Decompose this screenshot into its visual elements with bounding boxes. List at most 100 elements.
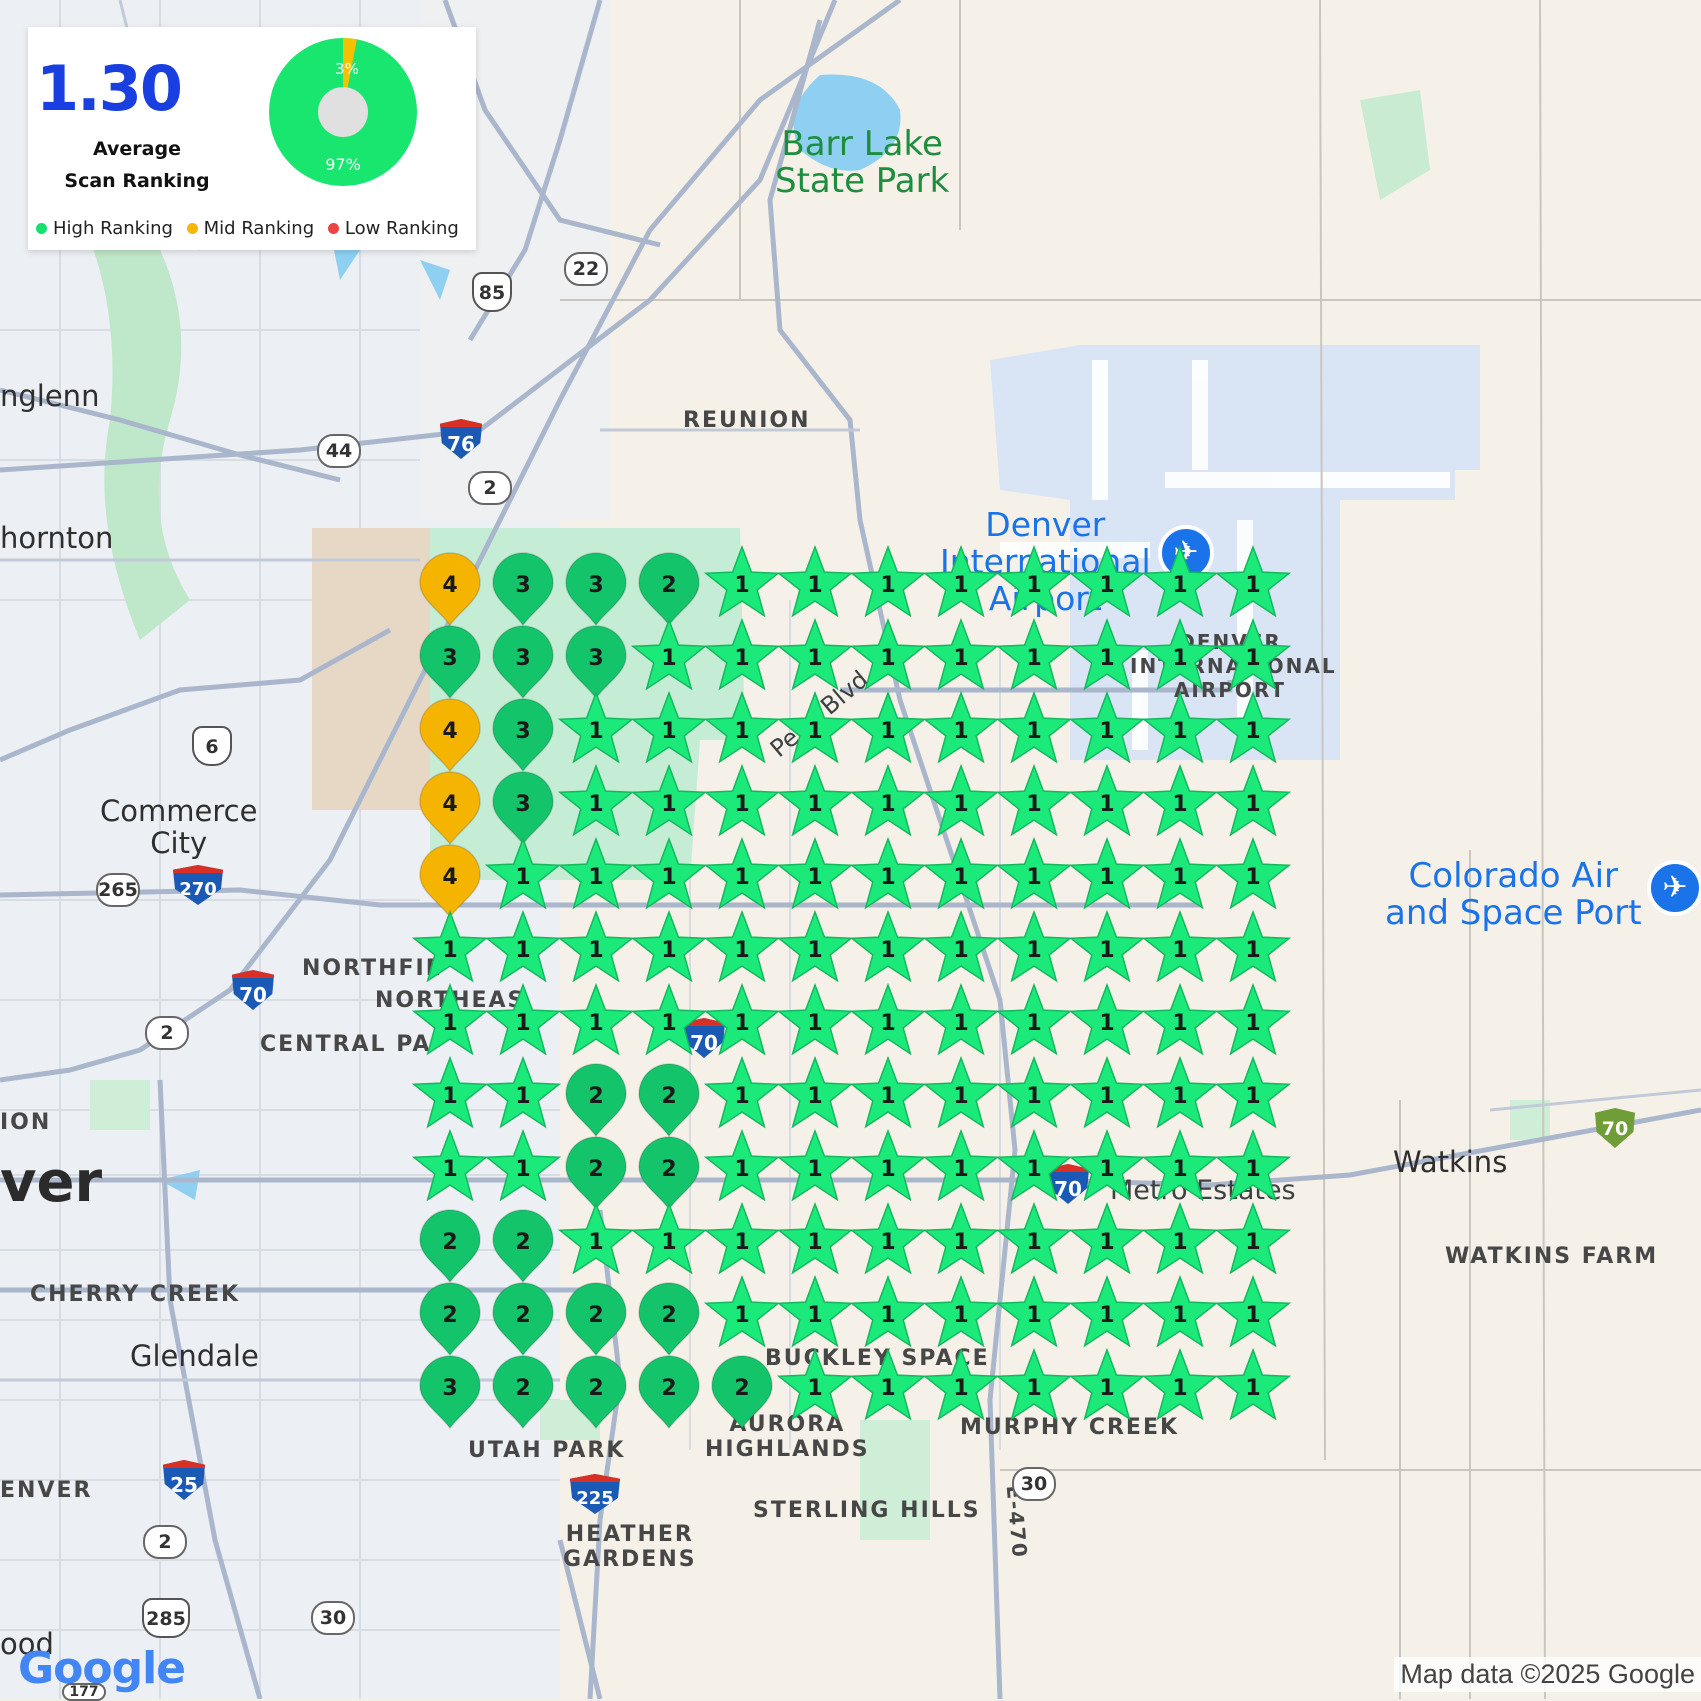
star-marker[interactable]: 1 xyxy=(849,836,927,910)
pin-marker[interactable]: 2 xyxy=(565,1282,627,1357)
star-marker[interactable]: 1 xyxy=(922,1201,1000,1275)
star-marker[interactable]: 1 xyxy=(995,1201,1073,1275)
star-marker[interactable]: 1 xyxy=(1214,1347,1292,1421)
star-marker[interactable]: 1 xyxy=(557,690,635,764)
star-marker[interactable]: 1 xyxy=(776,617,854,691)
pin-marker[interactable]: 2 xyxy=(492,1209,554,1284)
star-marker[interactable]: 1 xyxy=(995,1055,1073,1129)
star-marker[interactable]: 1 xyxy=(849,982,927,1056)
pin-marker[interactable]: 2 xyxy=(565,1063,627,1138)
star-marker[interactable]: 1 xyxy=(411,1055,489,1129)
star-marker[interactable]: 1 xyxy=(849,1201,927,1275)
star-marker[interactable]: 1 xyxy=(1068,544,1146,618)
star-marker[interactable]: 1 xyxy=(1141,1055,1219,1129)
star-marker[interactable]: 1 xyxy=(703,1128,781,1202)
pin-marker[interactable]: 3 xyxy=(492,552,554,627)
star-marker[interactable]: 1 xyxy=(849,617,927,691)
star-marker[interactable]: 1 xyxy=(995,690,1073,764)
pin-marker[interactable]: 3 xyxy=(565,625,627,700)
star-marker[interactable]: 1 xyxy=(1214,909,1292,983)
star-marker[interactable]: 1 xyxy=(849,1274,927,1348)
star-marker[interactable]: 1 xyxy=(630,982,708,1056)
star-marker[interactable]: 1 xyxy=(703,690,781,764)
star-marker[interactable]: 1 xyxy=(1068,982,1146,1056)
star-marker[interactable]: 1 xyxy=(703,1274,781,1348)
pin-marker[interactable]: 2 xyxy=(638,1063,700,1138)
star-marker[interactable]: 1 xyxy=(557,1201,635,1275)
star-marker[interactable]: 1 xyxy=(1141,836,1219,910)
star-marker[interactable]: 1 xyxy=(630,617,708,691)
star-marker[interactable]: 1 xyxy=(1068,836,1146,910)
star-marker[interactable]: 1 xyxy=(630,909,708,983)
star-marker[interactable]: 1 xyxy=(1141,1201,1219,1275)
star-marker[interactable]: 1 xyxy=(484,982,562,1056)
star-marker[interactable]: 1 xyxy=(776,909,854,983)
star-marker[interactable]: 1 xyxy=(703,763,781,837)
star-marker[interactable]: 1 xyxy=(922,1274,1000,1348)
pin-marker[interactable]: 2 xyxy=(638,1355,700,1430)
pin-marker[interactable]: 2 xyxy=(711,1355,773,1430)
star-marker[interactable]: 1 xyxy=(1068,763,1146,837)
star-marker[interactable]: 1 xyxy=(776,1201,854,1275)
star-marker[interactable]: 1 xyxy=(995,1128,1073,1202)
star-marker[interactable]: 1 xyxy=(630,763,708,837)
star-marker[interactable]: 1 xyxy=(776,690,854,764)
star-marker[interactable]: 1 xyxy=(776,1274,854,1348)
star-marker[interactable]: 1 xyxy=(703,617,781,691)
star-marker[interactable]: 1 xyxy=(1068,1347,1146,1421)
star-marker[interactable]: 1 xyxy=(922,982,1000,1056)
star-marker[interactable]: 1 xyxy=(630,1201,708,1275)
star-marker[interactable]: 1 xyxy=(411,909,489,983)
star-marker[interactable]: 1 xyxy=(1068,690,1146,764)
star-marker[interactable]: 1 xyxy=(1214,1055,1292,1129)
star-marker[interactable]: 1 xyxy=(849,763,927,837)
star-marker[interactable]: 1 xyxy=(922,1055,1000,1129)
pin-marker[interactable]: 3 xyxy=(419,625,481,700)
star-marker[interactable]: 1 xyxy=(1068,1055,1146,1129)
pin-marker[interactable]: 2 xyxy=(565,1136,627,1211)
star-marker[interactable]: 1 xyxy=(849,544,927,618)
pin-marker[interactable]: 2 xyxy=(638,552,700,627)
star-marker[interactable]: 1 xyxy=(703,909,781,983)
pin-marker[interactable]: 3 xyxy=(419,1355,481,1430)
star-marker[interactable]: 1 xyxy=(557,763,635,837)
pin-marker[interactable]: 2 xyxy=(638,1282,700,1357)
star-marker[interactable]: 1 xyxy=(922,1347,1000,1421)
star-marker[interactable]: 1 xyxy=(776,836,854,910)
star-marker[interactable]: 1 xyxy=(703,1055,781,1129)
pin-marker[interactable]: 3 xyxy=(492,771,554,846)
star-marker[interactable]: 1 xyxy=(1141,544,1219,618)
star-marker[interactable]: 1 xyxy=(922,1128,1000,1202)
star-marker[interactable]: 1 xyxy=(1214,1274,1292,1348)
star-marker[interactable]: 1 xyxy=(922,763,1000,837)
star-marker[interactable]: 1 xyxy=(995,1274,1073,1348)
star-marker[interactable]: 1 xyxy=(1141,617,1219,691)
star-marker[interactable]: 1 xyxy=(703,836,781,910)
star-marker[interactable]: 1 xyxy=(1068,1274,1146,1348)
pin-marker[interactable]: 2 xyxy=(492,1282,554,1357)
star-marker[interactable]: 1 xyxy=(1214,544,1292,618)
map-attribution[interactable]: Map data ©2025 Google xyxy=(1394,1657,1701,1692)
star-marker[interactable]: 1 xyxy=(1214,1201,1292,1275)
star-marker[interactable]: 1 xyxy=(849,1128,927,1202)
star-marker[interactable]: 1 xyxy=(776,1347,854,1421)
star-marker[interactable]: 1 xyxy=(703,1201,781,1275)
star-marker[interactable]: 1 xyxy=(776,544,854,618)
star-marker[interactable]: 1 xyxy=(995,544,1073,618)
star-marker[interactable]: 1 xyxy=(922,909,1000,983)
pin-marker[interactable]: 2 xyxy=(492,1355,554,1430)
pin-marker[interactable]: 3 xyxy=(492,625,554,700)
star-marker[interactable]: 1 xyxy=(1214,763,1292,837)
pin-marker[interactable]: 4 xyxy=(419,771,481,846)
pin-marker[interactable]: 4 xyxy=(419,844,481,919)
star-marker[interactable]: 1 xyxy=(776,763,854,837)
star-marker[interactable]: 1 xyxy=(557,836,635,910)
star-marker[interactable]: 1 xyxy=(922,544,1000,618)
star-marker[interactable]: 1 xyxy=(1214,1128,1292,1202)
star-marker[interactable]: 1 xyxy=(849,1347,927,1421)
star-marker[interactable]: 1 xyxy=(1214,617,1292,691)
pin-marker[interactable]: 2 xyxy=(419,1282,481,1357)
pin-marker[interactable]: 3 xyxy=(565,552,627,627)
star-marker[interactable]: 1 xyxy=(1141,690,1219,764)
star-marker[interactable]: 1 xyxy=(484,909,562,983)
